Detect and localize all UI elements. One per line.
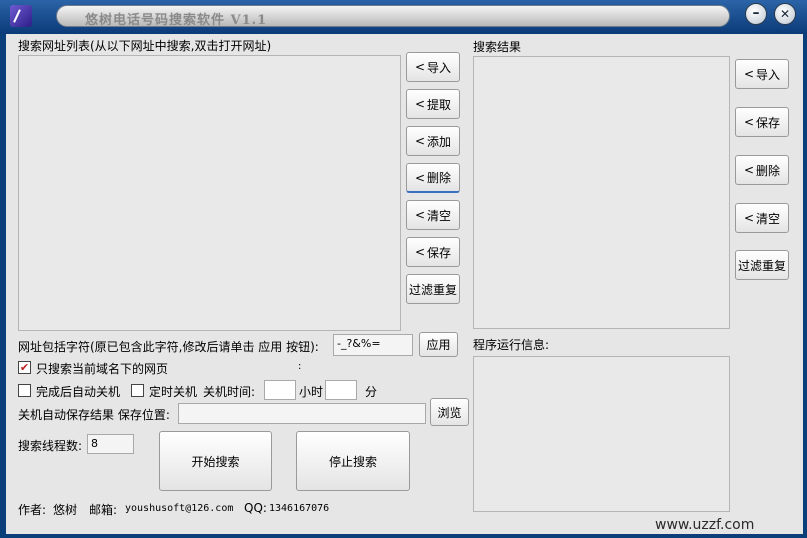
qq-value: 1346167076 [269, 503, 330, 514]
timed-shutdown-checkbox[interactable] [131, 384, 144, 397]
url-import-button[interactable]: < 导入 [406, 52, 460, 82]
chevron-left-icon: < [414, 60, 426, 74]
chevron-left-icon: < [743, 115, 755, 129]
button-label: 保存 [427, 245, 452, 260]
current-domain-checkbox[interactable]: ✔ [18, 361, 31, 374]
url-dedupe-button[interactable]: 过滤重复 [406, 274, 460, 304]
author-label: 作者: [18, 503, 47, 517]
results-import-button[interactable]: < 导入 [735, 59, 789, 89]
url-add-button[interactable]: < 添加 [406, 126, 460, 156]
app-icon [10, 5, 32, 27]
button-label: 导入 [427, 60, 452, 75]
url-list-label: 搜索网址列表(从以下网址中搜索,双击打开网址) [18, 39, 272, 53]
button-label: 清空 [427, 208, 452, 223]
minute-label: 分 [365, 385, 378, 399]
close-button[interactable]: ✕ [774, 3, 796, 25]
current-domain-label: 只搜索当前域名下的网页 [36, 362, 169, 376]
threads-input[interactable]: 8 [87, 434, 134, 454]
chevron-left-icon: < [743, 67, 755, 81]
results-list-box[interactable] [473, 56, 730, 329]
results-clear-button[interactable]: < 清空 [735, 203, 789, 233]
chevron-left-icon: < [414, 170, 426, 185]
start-search-button[interactable]: 开始搜索 [159, 431, 272, 491]
url-clear-button[interactable]: < 清空 [406, 200, 460, 230]
button-label: 保存 [756, 115, 781, 130]
stop-search-button[interactable]: 停止搜索 [296, 431, 410, 491]
qq-label: QQ: [244, 501, 267, 515]
url-delete-button[interactable]: < 删除 [406, 163, 460, 193]
threads-label: 搜索线程数: [18, 439, 83, 453]
apply-button[interactable]: 应用 [419, 332, 458, 357]
results-save-button[interactable]: < 保存 [735, 107, 789, 137]
watermark: www.uzzf.com [655, 517, 755, 533]
button-label: 添加 [427, 134, 452, 149]
chevron-left-icon: < [743, 211, 755, 225]
hour-input[interactable] [264, 380, 296, 400]
log-box[interactable] [473, 356, 730, 512]
url-filter-input[interactable]: -_?&%= [333, 334, 413, 356]
url-filter-label: 网址包括字符(原已包含此字符,修改后请单击 应用 按钮): [18, 340, 319, 354]
minimize-button[interactable]: – [745, 3, 767, 25]
window-title: 悠树电话号码搜索软件 V1.1 [85, 13, 268, 28]
shutdown-after-checkbox[interactable] [18, 384, 31, 397]
title-bar[interactable]: 悠树电话号码搜索软件 V1.1 – ✕ [0, 0, 807, 34]
chevron-left-icon: < [414, 208, 426, 222]
timed-shutdown-label: 定时关机 [149, 385, 198, 399]
chevron-left-icon: < [414, 134, 426, 148]
url-list-box[interactable] [18, 55, 401, 331]
chevron-left-icon: < [743, 163, 755, 177]
button-label: 导入 [756, 67, 781, 82]
colon-mark: : [298, 361, 302, 372]
url-save-button[interactable]: < 保存 [406, 237, 460, 267]
shutdown-after-label: 完成后自动关机 [36, 385, 121, 399]
author-name: 悠树 [53, 503, 78, 517]
client-area: 搜索网址列表(从以下网址中搜索,双击打开网址) < 导入 < 提取 < 添加 < 删除 … [6, 34, 803, 534]
button-label: 清空 [756, 211, 781, 226]
chevron-left-icon: < [414, 245, 426, 259]
email-value: youshusoft@126.com [125, 503, 234, 514]
chevron-left-icon: < [414, 97, 426, 111]
log-label: 程序运行信息: [473, 338, 550, 352]
button-label: 删除 [756, 163, 781, 178]
autosave-path-input[interactable] [178, 403, 426, 424]
results-delete-button[interactable]: < 删除 [735, 155, 789, 185]
autosave-label: 关机自动保存结果 保存位置: [18, 408, 170, 422]
results-dedupe-button[interactable]: 过滤重复 [735, 250, 789, 280]
email-label: 邮箱: [89, 503, 118, 517]
browse-button[interactable]: 浏览 [430, 398, 469, 426]
minute-input[interactable] [325, 380, 357, 400]
hour-label: 小时 [299, 385, 324, 399]
button-label: 删除 [427, 171, 452, 185]
results-label: 搜索结果 [473, 40, 522, 54]
url-extract-button[interactable]: < 提取 [406, 89, 460, 119]
app-window: 悠树电话号码搜索软件 V1.1 – ✕ 搜索网址列表(从以下网址中搜索,双击打开… [0, 0, 807, 538]
shutdown-time-label: 关机时间: [203, 385, 256, 399]
button-label: 提取 [427, 97, 452, 112]
